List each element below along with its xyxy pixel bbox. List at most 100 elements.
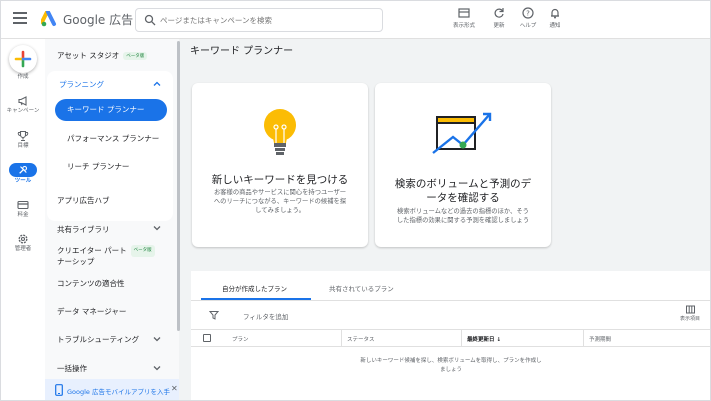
- nav-item-app-ads-hub[interactable]: アプリ広告ハブ: [57, 195, 110, 206]
- tools-active-pill: [9, 163, 37, 177]
- card2-desc-line2: した指標の効果に関する予測を確認しましょう: [396, 217, 530, 224]
- rail-item-goals[interactable]: 目標: [1, 130, 45, 150]
- column-forecast-period[interactable]: 予測期間: [589, 335, 611, 343]
- rail-label-goals: 目標: [17, 143, 29, 149]
- add-filter-button[interactable]: フィルタを追加: [243, 311, 288, 321]
- menu-icon[interactable]: [13, 12, 27, 26]
- columns-button[interactable]: 表示項目: [675, 305, 705, 322]
- rail-label-admin: 管理者: [14, 246, 32, 252]
- help-icon: ?: [522, 7, 534, 19]
- plus-icon: [14, 50, 32, 68]
- rail-item-admin[interactable]: 管理者: [1, 233, 45, 253]
- rail-item-campaigns[interactable]: キャンペーン: [1, 95, 45, 115]
- discover-keywords-card[interactable]: 新しいキーワードを見つける お客様の商品やサービスに関心を持つユーザー へのリー…: [192, 83, 368, 247]
- column-separator: [341, 330, 342, 346]
- nav-item-data-manager[interactable]: データ マネージャー: [57, 306, 126, 317]
- column-last-updated[interactable]: 最終更新日 ↓: [467, 335, 501, 343]
- search-input[interactable]: [160, 12, 375, 28]
- display-mode-button[interactable]: 表示形式: [447, 7, 481, 29]
- refresh-icon: [494, 8, 504, 18]
- nav-item-asset-studio[interactable]: アセット スタジオ ベータ版: [57, 50, 148, 61]
- forecast-card[interactable]: 検索のボリュームと予測のデ ータを確認する 検索ボリュームなどの過去の指標のほか…: [375, 83, 551, 247]
- empty-line2: ましょう: [439, 367, 462, 373]
- card1-desc-line2: へのリーチにつながる、キーワードの候補を探: [213, 198, 347, 205]
- forecast-title-line2: ータを確認する: [426, 192, 500, 204]
- chevron-down-icon[interactable]: [153, 364, 161, 372]
- chevron-up-icon[interactable]: [153, 80, 161, 88]
- select-all-checkbox[interactable]: [203, 334, 211, 342]
- creator-label-line1: クリエイター パート: [57, 246, 127, 255]
- trophy-icon: [17, 130, 29, 142]
- discover-keywords-title: 新しいキーワードを見つける: [211, 174, 349, 186]
- creator-label-line2: ナーシップ: [57, 257, 95, 266]
- display-mode-label: 表示形式: [452, 23, 475, 29]
- chart-window-icon: [432, 112, 492, 154]
- discover-keywords-description: お客様の商品やサービスに関心を持つユーザー へのリーチにつながる、キーワードの候…: [204, 188, 356, 215]
- app-window: Google 広告 表示形式 更新 ? ヘルプ 通知: [0, 0, 711, 401]
- rail-label-tools: ツール: [14, 178, 32, 184]
- table-header: プラン ステータス 最終更新日 ↓ 予測期間: [191, 329, 710, 347]
- left-rail: 作成 キャンペーン 目標 ツール 料金 管理者: [1, 39, 45, 400]
- beta-badge-creator: ベータ版: [130, 245, 155, 257]
- column-plan[interactable]: プラン: [232, 335, 249, 343]
- svg-text:?: ?: [526, 10, 530, 18]
- card1-desc-line3: してみましょう。: [255, 207, 305, 214]
- filter-icon[interactable]: [209, 310, 219, 320]
- empty-state-message: 新しいキーワード候補を探し、検索ボリュームを取得し、プランを作成し ましょう: [341, 357, 561, 375]
- rail-item-billing[interactable]: 料金: [1, 199, 45, 219]
- chevron-down-icon[interactable]: [153, 335, 161, 343]
- search-box[interactable]: [135, 8, 383, 32]
- nav-item-bulk-actions[interactable]: 一括操作: [57, 363, 87, 374]
- columns-icon: [685, 305, 695, 314]
- arrow-down-icon: ↓: [496, 337, 502, 343]
- nav-item-performance-planner[interactable]: パフォーマンス プランナー: [55, 128, 167, 150]
- nav-item-troubleshooting[interactable]: トラブルシューティング: [57, 334, 139, 345]
- rail-label-billing: 料金: [17, 212, 29, 218]
- mobile-app-promo[interactable]: Google 広告モバイルアプリを入手 ✕: [45, 379, 179, 400]
- create-button[interactable]: [9, 45, 37, 73]
- tab-shared-plans[interactable]: 共有されているプラン: [329, 283, 394, 293]
- admin-gear-icon: [18, 234, 28, 244]
- column-status[interactable]: ステータス: [347, 335, 375, 343]
- chevron-down-icon[interactable]: [153, 224, 161, 232]
- rail-item-create[interactable]: 作成: [1, 73, 45, 81]
- google-ads-logo-icon: [41, 11, 56, 27]
- megaphone-icon: [18, 96, 27, 106]
- beta-badge: ベータ版: [123, 52, 148, 60]
- display-icon: [458, 8, 470, 18]
- nav-item-content-suitability[interactable]: コンテンツの適合性: [57, 278, 125, 289]
- planning-label: プランニング: [59, 80, 104, 89]
- sidenav-scrollbar[interactable]: [177, 41, 180, 331]
- rail-label-campaigns: キャンペーン: [6, 108, 40, 114]
- promo-text: Google 広告モバイルアプリを入手: [67, 388, 170, 396]
- tab-my-plans[interactable]: 自分が作成したプラン: [222, 283, 287, 293]
- tabs-divider: [191, 300, 710, 301]
- forecast-title: 検索のボリュームと予測のデ ータを確認する: [385, 177, 541, 205]
- nav-item-creator-partnership[interactable]: クリエイター パート ベータ版 ナーシップ: [57, 245, 155, 267]
- planning-header[interactable]: プランニング: [59, 79, 104, 90]
- side-navigation: アセット スタジオ ベータ版 プランニング キーワード プランナー パフォーマンス…: [45, 39, 180, 400]
- billing-icon: [17, 200, 29, 210]
- rail-item-tools[interactable]: ツール: [1, 163, 45, 185]
- columns-label: 表示項目: [679, 316, 700, 322]
- last-updated-label: 最終更新日: [467, 337, 495, 343]
- asset-studio-label: アセット スタジオ: [57, 51, 120, 60]
- page-title: キーワード プランナー: [190, 46, 294, 57]
- search-icon: [144, 14, 156, 26]
- main-content: キーワード プランナー 新しいキーワードを見つける お客様の商品やサービスに関心…: [182, 39, 710, 400]
- close-icon[interactable]: ✕: [171, 384, 178, 393]
- top-bar: Google 広告 表示形式 更新 ? ヘルプ 通知: [1, 1, 710, 39]
- phone-icon: [55, 384, 63, 396]
- card2-desc-line1: 検索ボリュームなどの過去の指標のほか、そう: [397, 208, 529, 215]
- notifications-button[interactable]: 通知: [538, 7, 572, 29]
- column-separator: [583, 330, 584, 346]
- card1-desc-line1: お客様の商品やサービスに関心を持つユーザー: [213, 189, 347, 196]
- forecast-title-line1: 検索のボリュームと予測のデ: [394, 178, 532, 190]
- notifications-label: 通知: [549, 23, 561, 29]
- nav-item-keyword-planner[interactable]: キーワード プランナー: [55, 99, 167, 121]
- nav-item-reach-planner[interactable]: リーチ プランナー: [55, 156, 167, 178]
- tools-icon: [19, 165, 28, 174]
- lightbulb-icon: [264, 109, 296, 155]
- forecast-description: 検索ボリュームなどの過去の指標のほか、そう した指標の効果に関する予測を確認しま…: [387, 207, 539, 225]
- nav-item-shared-library[interactable]: 共有ライブラリ: [57, 224, 110, 235]
